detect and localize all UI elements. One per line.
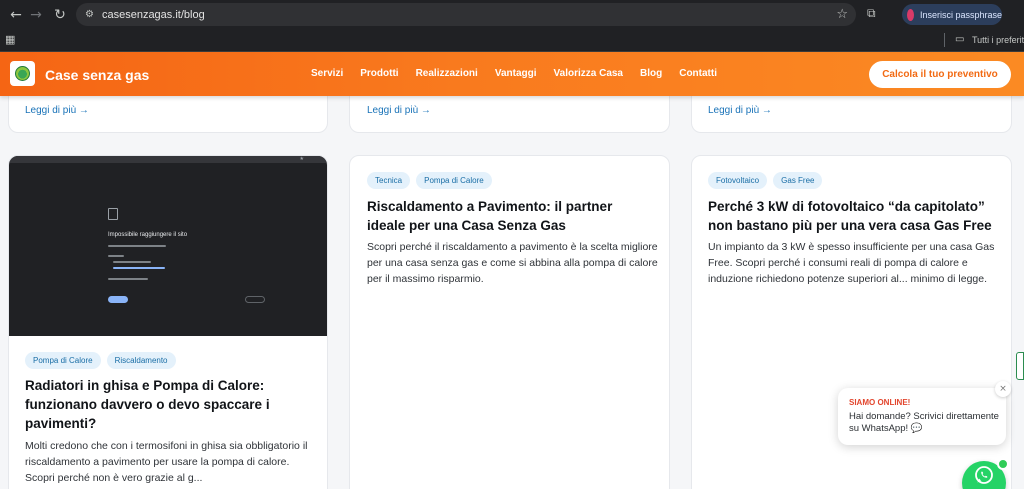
reload-icon[interactable]: ↻: [48, 3, 72, 27]
blog-card-radiatori[interactable]: ★ Impossibile raggiungere il sito Pompa …: [8, 155, 328, 489]
tag-list: Pompa di Calore Riscaldamento: [25, 352, 176, 369]
passphrase-label: Inserisci passphrase: [919, 9, 1002, 20]
read-more-link[interactable]: Leggi di più →: [25, 105, 89, 116]
tag-list: Fotovoltaico Gas Free: [708, 172, 823, 189]
forward-icon[interactable]: →: [24, 3, 48, 27]
thumbnail-text-line: [108, 278, 148, 280]
article-excerpt: Scopri perché il riscaldamento a pavimen…: [367, 241, 658, 285]
thumbnail-error-heading: Impossibile raggiungere il sito: [108, 232, 188, 238]
site-header: Case senza gas Servizi Prodotti Realizza…: [0, 52, 1024, 96]
bookmark-star-icon[interactable]: ☆: [836, 7, 848, 22]
chat-popup[interactable]: SIAMO ONLINE! Hai domande? Scrivici dire…: [838, 388, 1006, 445]
menu-item-vantaggi[interactable]: Vantaggi: [495, 68, 537, 79]
online-indicator: [997, 458, 1009, 470]
tag-fotovoltaico[interactable]: Fotovoltaico: [708, 172, 768, 189]
quote-cta-button[interactable]: Calcola il tuo preventivo: [869, 61, 1011, 88]
thumbnail-text-line: [108, 245, 166, 247]
menu-item-contatti[interactable]: Contatti: [679, 68, 717, 79]
tag-list: Tecnica Pompa di Calore: [367, 172, 492, 189]
article-title[interactable]: Perché 3 kW di fotovoltaico “da capitola…: [708, 197, 1004, 235]
passphrase-button[interactable]: Inserisci passphrase: [902, 4, 1002, 25]
url-text[interactable]: casesenzagas.it/blog: [102, 9, 205, 21]
apps-grid-icon[interactable]: ▦: [5, 33, 15, 46]
chat-message: Hai domande? Scrivici direttamente su Wh…: [849, 411, 999, 434]
read-more-link[interactable]: Leggi di più →: [367, 105, 431, 116]
tag-gas-free[interactable]: Gas Free: [773, 172, 823, 189]
site-info-icon[interactable]: ⚙: [85, 9, 94, 20]
menu-item-blog[interactable]: Blog: [640, 68, 662, 79]
all-bookmarks-link[interactable]: Tutti i preferiti: [972, 35, 1024, 45]
thumbnail-reload-button: [108, 296, 128, 303]
thumbnail-details-button: [245, 296, 265, 303]
logo-leaf-icon: [15, 66, 30, 81]
main-menu: Servizi Prodotti Realizzazioni Vantaggi …: [311, 68, 717, 79]
tag-pompa-di-calore[interactable]: Pompa di Calore: [416, 172, 492, 189]
menu-item-realizzazioni[interactable]: Realizzazioni: [416, 68, 478, 79]
tag-riscaldamento[interactable]: Riscaldamento: [106, 352, 176, 369]
thumbnail-star-icon: ★: [299, 156, 304, 162]
chat-status: SIAMO ONLINE!: [849, 398, 911, 407]
thumbnail-browser-bar: ★: [9, 156, 327, 163]
browser-toolbar: ← → ↻ ⚙ casesenzagas.it/blog ☆ ⧉ Inseris…: [0, 0, 1024, 29]
bookmarks-divider: [944, 33, 945, 47]
site-logo[interactable]: [10, 61, 35, 86]
profile-icon: [907, 8, 914, 21]
bookmarks-bar: ▦ ▭ Tutti i preferiti: [0, 29, 1024, 52]
article-thumbnail[interactable]: ★ Impossibile raggiungere il sito: [9, 156, 327, 336]
tag-tecnica[interactable]: Tecnica: [367, 172, 411, 189]
blog-card-pavimento[interactable]: Tecnica Pompa di Calore Riscaldamento a …: [349, 155, 670, 489]
brand-name[interactable]: Case senza gas: [45, 67, 149, 83]
menu-item-prodotti[interactable]: Prodotti: [360, 68, 398, 79]
chat-close-button[interactable]: ×: [995, 381, 1011, 397]
menu-item-servizi[interactable]: Servizi: [311, 68, 343, 79]
address-bar[interactable]: ⚙ casesenzagas.it/blog ☆: [76, 3, 856, 26]
thumbnail-link-line: [113, 267, 165, 269]
menu-item-valorizza-casa[interactable]: Valorizza Casa: [554, 68, 623, 79]
thumbnail-text-line: [108, 255, 124, 257]
tag-pompa-di-calore[interactable]: Pompa di Calore: [25, 352, 101, 369]
side-widget-tab[interactable]: [1016, 352, 1024, 380]
article-title[interactable]: Riscaldamento a Pavimento: il partner id…: [367, 197, 637, 235]
article-excerpt: Un impianto da 3 kW è spesso insufficien…: [708, 241, 995, 285]
thumbnail-text-line: [113, 261, 151, 263]
read-more-link[interactable]: Leggi di più →: [708, 105, 772, 116]
whatsapp-icon: [975, 466, 993, 484]
extensions-icon[interactable]: ⧉: [867, 6, 876, 21]
article-title[interactable]: Radiatori in ghisa e Pompa di Calore: fu…: [25, 376, 315, 433]
article-excerpt: Molti credono che con i termosifoni in g…: [25, 440, 308, 484]
folder-icon[interactable]: ▭: [955, 34, 964, 45]
thumbnail-document-icon: [108, 208, 118, 220]
